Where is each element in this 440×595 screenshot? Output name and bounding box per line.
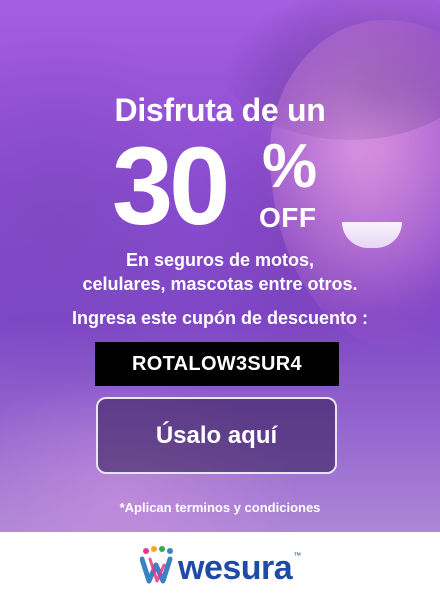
description-line-1: En seguros de motos, xyxy=(125,250,315,270)
off-label: OFF xyxy=(259,202,317,233)
wesura-logo[interactable]: wesura ™ xyxy=(140,545,301,585)
coupon-code[interactable]: ROTALOW3SUR4 xyxy=(95,342,339,386)
description-line-2: celulares, mascotas entre otros. xyxy=(82,274,358,294)
terms-notice: *Aplican terminos y condiciones xyxy=(119,500,321,515)
percent-symbol: % xyxy=(262,132,318,201)
promo-description: En seguros de motos, celulares, mascotas… xyxy=(0,248,440,296)
footer: wesura ™ xyxy=(0,532,440,595)
use-coupon-button[interactable]: Úsalo aquí xyxy=(96,397,337,474)
promo-headline: Disfruta de un xyxy=(114,92,326,128)
trademark-symbol: ™ xyxy=(293,551,302,560)
coupon-label: Ingresa este cupón de descuento : xyxy=(71,308,369,328)
promo-banner: Disfruta de un 30 % OFF En seguros de mo… xyxy=(0,0,440,532)
discount-number: 30 xyxy=(112,125,230,248)
brand-wordmark: wesura xyxy=(178,549,293,587)
wesura-logo-icon xyxy=(140,546,173,584)
